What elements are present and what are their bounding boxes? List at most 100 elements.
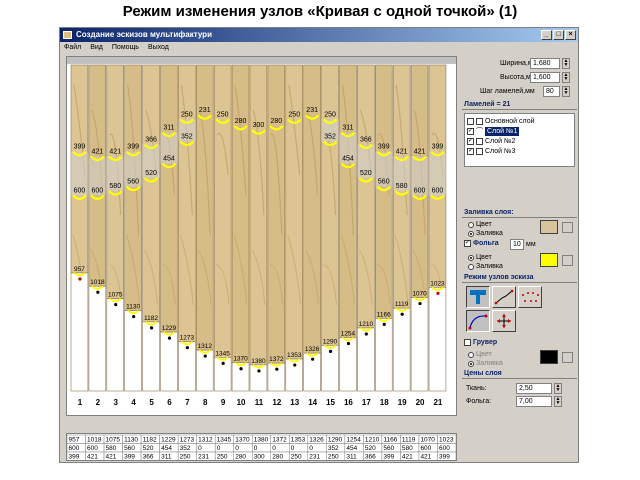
sketch-svg[interactable]: 3996009571421600101824215801075339956011…: [67, 57, 456, 415]
node-value-bottom: 1254: [341, 331, 356, 338]
node-value-top: 300: [253, 122, 265, 129]
node-value-bottom: 1353: [287, 352, 302, 359]
layer-checkbox[interactable]: ✓: [467, 148, 474, 155]
groove-label: Грувер: [473, 339, 498, 346]
radio[interactable]: [468, 221, 474, 228]
lamella-number: 7: [185, 398, 190, 407]
tool-points[interactable]: [518, 286, 542, 308]
node-value-bottom: 1326: [305, 346, 320, 353]
fill-color-option[interactable]: Цвет: [468, 221, 492, 228]
width-input[interactable]: 1,680: [530, 58, 560, 69]
foil-price-input[interactable]: 7,00: [516, 396, 552, 407]
table-cell-value: 231: [198, 454, 209, 461]
node-value-top: 421: [396, 148, 408, 155]
tool-one-point-curve[interactable]: [466, 310, 490, 332]
minimize-button[interactable]: _: [541, 30, 552, 40]
fill-swatch[interactable]: [540, 220, 558, 234]
radio[interactable]: [468, 351, 474, 358]
layer-item[interactable]: ✓ Слой №3: [467, 147, 515, 156]
width-spin-arrows[interactable]: ▲ ▼: [562, 58, 570, 69]
layer-item[interactable]: ✓ ⌒ Слой №1: [467, 127, 520, 136]
table-cell-value: 421: [87, 454, 98, 461]
table-cell-value: 454: [346, 445, 357, 452]
close-button[interactable]: ×: [565, 30, 576, 40]
line-curve-icon: [494, 289, 514, 305]
one-point-curve-icon: [468, 314, 488, 330]
table-cell-value: 1166: [383, 437, 397, 444]
table-cell-value: 399: [69, 454, 80, 461]
foil-price-spin[interactable]: ▲ ▼: [554, 396, 562, 407]
table-cell-value: 1070: [420, 437, 435, 444]
foil-swatch[interactable]: [540, 253, 558, 267]
foil-pick-button[interactable]: [562, 255, 573, 266]
step-label: Шаг ламелей,мм: [480, 88, 535, 95]
curve-icon: ⌒: [476, 128, 483, 135]
fill-pick-button[interactable]: [562, 222, 573, 233]
layer-item[interactable]: ✓ Слой №2: [467, 137, 515, 146]
foil-width-input[interactable]: 10: [510, 239, 524, 250]
lamella-number: 14: [308, 398, 317, 407]
step-spin-arrows[interactable]: ▲ ▼: [562, 86, 570, 97]
table-cell-value: 520: [143, 445, 154, 452]
node-value-second: 600: [414, 187, 426, 194]
groove-pick-button[interactable]: [562, 352, 573, 363]
node-point: [382, 322, 386, 327]
step-input[interactable]: 80: [543, 86, 560, 97]
lamella-lower: [428, 287, 447, 392]
lamella-number: 1: [78, 398, 83, 407]
groove-checkbox[interactable]: [464, 339, 471, 346]
fabric-price-spin[interactable]: ▲ ▼: [554, 383, 562, 394]
foil-color-option[interactable]: Цвет: [468, 254, 492, 261]
layer-item[interactable]: Основной слой: [467, 117, 535, 126]
height-input[interactable]: 1,600: [530, 72, 560, 83]
lamella-number: 9: [221, 398, 226, 407]
tool-line-curve[interactable]: [492, 286, 516, 308]
values-table: 957 1018 1075 1130 1182 1229 1273 1312 1345 1370 1…: [66, 433, 457, 461]
node-point: [418, 301, 422, 306]
table-cell-value: 311: [161, 454, 172, 461]
table-cell-value: 1182: [143, 437, 157, 444]
table-cell-value: 280: [272, 454, 283, 461]
groove-color-option[interactable]: Цвет: [468, 351, 492, 358]
groove-swatch[interactable]: [540, 350, 558, 364]
node-value-top: 311: [163, 125, 174, 132]
foil-checkbox-row[interactable]: ✓ Фольга: [464, 240, 499, 247]
table-cell-value: 421: [106, 454, 117, 461]
layer-checkbox[interactable]: ✓: [467, 128, 474, 135]
node-value-second: 600: [432, 187, 444, 194]
menu-view[interactable]: Вид: [90, 42, 103, 53]
lamella-number: 10: [237, 398, 246, 407]
groove-checkbox-row[interactable]: Грувер: [464, 339, 497, 346]
layer-checkbox[interactable]: ✓: [467, 138, 474, 145]
foil-texture-option[interactable]: Заливка: [468, 263, 503, 270]
lamella-fabric: [285, 64, 304, 360]
groove-texture-option[interactable]: Заливка: [468, 360, 503, 367]
table-cell-value: 580: [106, 445, 117, 452]
foil-checkbox[interactable]: ✓: [464, 240, 471, 247]
layer-checkbox[interactable]: [467, 118, 474, 125]
tool-t-shape[interactable]: [466, 286, 490, 308]
menu-file[interactable]: Файл: [64, 42, 81, 53]
menu-help[interactable]: Помощь: [112, 42, 139, 53]
menu-bar: Файл Вид Помощь Выход: [60, 42, 578, 53]
fill-texture-option[interactable]: Заливка: [468, 230, 503, 237]
radio[interactable]: [468, 230, 474, 237]
sketch-canvas[interactable]: 399 600 957 1 421 600 1018 2 421 580 1075 3 399 560 11…: [66, 56, 457, 416]
node-point: [364, 332, 368, 336]
node-point: [436, 291, 440, 295]
radio[interactable]: [468, 360, 474, 367]
height-spin-arrows[interactable]: ▲ ▼: [562, 72, 570, 83]
table-cell-value: 1345: [217, 437, 232, 444]
fabric-price-input[interactable]: 2,50: [516, 383, 552, 394]
node-point: [293, 363, 297, 367]
tool-move-nodes[interactable]: [492, 310, 516, 332]
radio[interactable]: [468, 263, 474, 270]
maximize-button[interactable]: □: [553, 30, 564, 40]
node-value-bottom: 1370: [233, 356, 248, 363]
lamella-lower: [231, 362, 250, 392]
menu-exit[interactable]: Выход: [148, 42, 169, 53]
lamella-number: 3: [114, 398, 119, 407]
layer-label: Основной слой: [485, 118, 535, 125]
node-value-second: 454: [342, 156, 354, 163]
radio[interactable]: [468, 254, 474, 261]
